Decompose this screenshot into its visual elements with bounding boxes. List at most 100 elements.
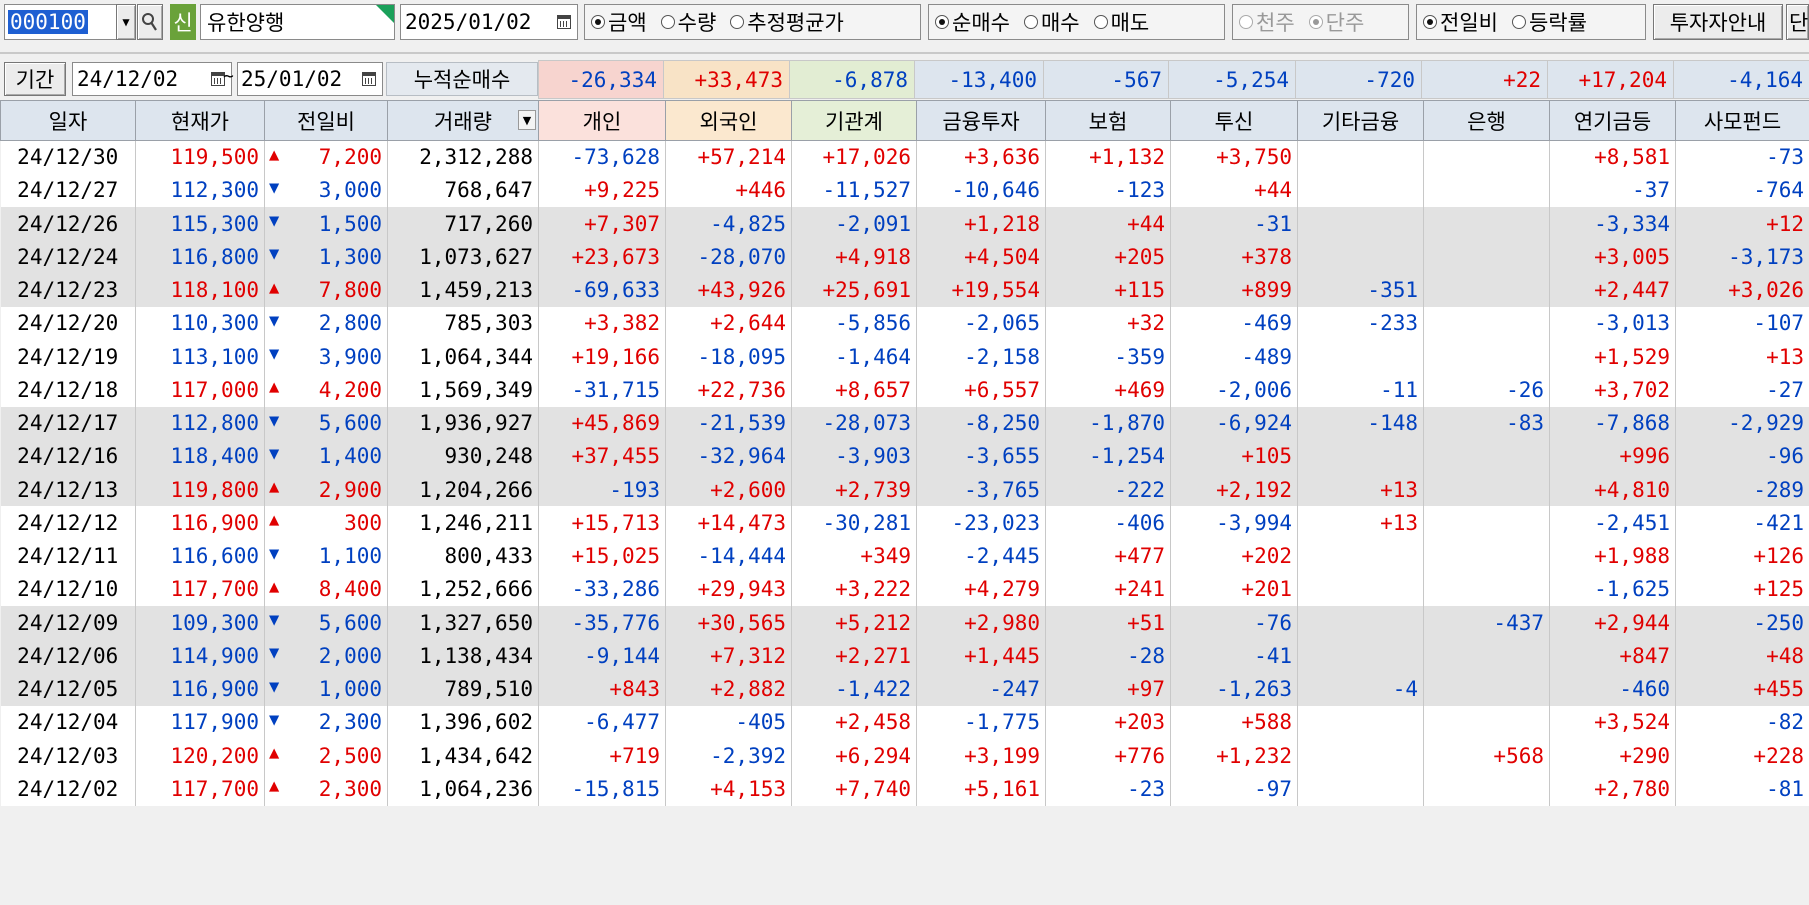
table-row[interactable]: 24/12/02 117,700 ▲ 2,300 1,064,236 -15,815 +4,…: [0, 772, 1809, 806]
table-row[interactable]: 24/12/09 109,300 ▼ 5,600 1,327,650 -35,776 +30…: [0, 606, 1809, 640]
investor-guide-button[interactable]: 투자자안내: [1653, 4, 1783, 40]
table-row[interactable]: 24/12/20 110,300 ▼ 2,800 785,303 +3,382 +2,644…: [0, 306, 1809, 340]
net-buy-cell: [1297, 539, 1424, 573]
net-buy-cell: -4: [1297, 672, 1424, 706]
change-value: 7,800: [318, 278, 382, 303]
table-row[interactable]: 24/12/18 117,000 ▲ 4,200 1,569,349 -31,715 +22…: [0, 373, 1809, 407]
cut-off-button[interactable]: 단: [1786, 4, 1809, 40]
net-buy-cell: -247: [916, 672, 1046, 706]
radio-dot-icon[interactable]: [1511, 15, 1526, 29]
column-header[interactable]: 개인: [538, 100, 666, 141]
column-header[interactable]: 외국인: [665, 100, 792, 141]
table-row[interactable]: 24/12/17 112,800 ▼ 5,600 1,936,927 +45,869 -21…: [0, 406, 1809, 440]
table-row[interactable]: 24/12/30 119,500 ▲ 7,200 2,312,288 -73,628 +57…: [0, 140, 1809, 174]
table-row[interactable]: 24/12/19 113,100 ▼ 3,900 1,064,344 +19,166 -18…: [0, 340, 1809, 374]
radio-option[interactable]: 추정평균가: [730, 7, 844, 37]
table-row[interactable]: 24/12/04 117,900 ▼ 2,300 1,396,602 -6,477 -405…: [0, 705, 1809, 739]
net-buy-cell: +5,212: [791, 606, 917, 640]
column-header[interactable]: 보험: [1045, 100, 1171, 141]
down-arrow-icon: ▼: [269, 344, 280, 364]
radio-dot-icon[interactable]: [730, 15, 745, 29]
net-buy-cell: [1423, 140, 1550, 174]
scale-radio-group: 천주 단주: [1232, 4, 1409, 40]
price-cell: 120,200: [135, 739, 265, 773]
net-buy-cell: [1297, 739, 1424, 773]
column-header[interactable]: 연기금등: [1549, 100, 1676, 141]
net-buy-cell: -3,013: [1549, 306, 1676, 340]
net-buy-cell: +847: [1549, 639, 1676, 673]
stock-dropdown-button[interactable]: ▼: [116, 4, 136, 40]
table-row[interactable]: 24/12/27 112,300 ▼ 3,000 768,647 +9,225 +446 -1…: [0, 173, 1809, 207]
radio-option[interactable]: 등락률: [1511, 7, 1587, 37]
radio-dot-icon[interactable]: [935, 15, 949, 29]
radio-dot-icon[interactable]: [1239, 15, 1253, 29]
column-header[interactable]: 현재가: [135, 100, 265, 141]
up-arrow-icon: ▲: [269, 776, 280, 797]
net-buy-cell: -21,539: [665, 406, 792, 440]
table-row[interactable]: 24/12/13 119,800 ▲ 2,900 1,204,266 -193 +2,600…: [0, 473, 1809, 507]
net-buy-cell: +228: [1675, 739, 1809, 773]
radio-dot-icon[interactable]: [1423, 15, 1437, 29]
stock-code-box[interactable]: 000100: [4, 4, 120, 40]
net-buy-cell: -193: [538, 473, 666, 507]
date-cell: 24/12/10: [0, 572, 136, 606]
from-date-field[interactable]: 24/12/02: [72, 62, 232, 96]
column-header[interactable]: 전일비: [264, 100, 388, 141]
radio-option[interactable]: 매수: [1023, 7, 1080, 37]
stock-code-input[interactable]: 000100: [8, 10, 88, 34]
volume-sort-dropdown-icon[interactable]: ▼: [518, 110, 536, 130]
radio-option[interactable]: 순매수: [935, 7, 1010, 37]
net-buy-cell: +3,382: [538, 306, 666, 340]
radio-dot-icon[interactable]: [591, 15, 605, 29]
table-row[interactable]: 24/12/05 116,900 ▼ 1,000 789,510 +843 +2,882 -1…: [0, 672, 1809, 706]
radio-dot-icon[interactable]: [1023, 15, 1038, 29]
net-buy-cell: +7,307: [538, 207, 666, 241]
radio-option[interactable]: 단주: [1308, 7, 1364, 37]
calendar-icon[interactable]: [557, 15, 571, 29]
radio-dot-icon[interactable]: [1093, 15, 1108, 29]
net-buy-cell: -489: [1170, 340, 1298, 374]
table-row[interactable]: 24/12/06 114,900 ▼ 2,000 1,138,434 -9,144 +7,3…: [0, 639, 1809, 673]
table-row[interactable]: 24/12/23 118,100 ▲ 7,800 1,459,213 -69,633 +43…: [0, 273, 1809, 307]
date-cell: 24/12/02: [0, 772, 136, 806]
net-buy-cell: -2,006: [1170, 373, 1298, 407]
from-date-value[interactable]: 24/12/02: [77, 67, 178, 91]
to-date-field[interactable]: 25/01/02: [237, 62, 383, 96]
column-header[interactable]: 기관계: [791, 100, 917, 141]
column-header[interactable]: 일자: [0, 100, 136, 141]
net-buy-cell: -35,776: [538, 606, 666, 640]
net-buy-cell: +15,025: [538, 539, 666, 573]
radio-dot-icon[interactable]: [660, 15, 675, 29]
date-picker[interactable]: 2025/01/02: [400, 4, 578, 40]
price-cell: 113,100: [135, 340, 265, 374]
to-date-value[interactable]: 25/01/02: [241, 67, 342, 91]
column-header[interactable]: 거래량 ▼: [387, 100, 539, 141]
radio-option[interactable]: 천주: [1239, 7, 1295, 37]
date-cell: 24/12/23: [0, 273, 136, 307]
net-buy-cell: -28: [1045, 639, 1171, 673]
column-header[interactable]: 투신: [1170, 100, 1298, 141]
radio-dot-icon[interactable]: [1308, 15, 1323, 29]
date-value[interactable]: 2025/01/02: [405, 10, 531, 34]
column-header[interactable]: 기타금융: [1297, 100, 1424, 141]
table-row[interactable]: 24/12/10 117,700 ▲ 8,400 1,252,666 -33,286 +29…: [0, 572, 1809, 606]
calendar-icon[interactable]: [362, 72, 376, 86]
table-row[interactable]: 24/12/16 118,400 ▼ 1,400 930,248 +37,455 -32,9…: [0, 439, 1809, 473]
table-row[interactable]: 24/12/12 116,900 ▲ 300 1,246,211 +15,713 +14,4…: [0, 506, 1809, 540]
column-header[interactable]: 은행: [1423, 100, 1550, 141]
column-header[interactable]: 사모펀드: [1675, 100, 1809, 141]
change-cell: ▼ 2,800: [264, 306, 388, 340]
table-row[interactable]: 24/12/03 120,200 ▲ 2,500 1,434,642 +719 -2,392…: [0, 739, 1809, 773]
radio-option[interactable]: 전일비: [1423, 7, 1498, 37]
column-header[interactable]: 금융투자: [916, 100, 1046, 141]
radio-option[interactable]: 매도: [1093, 7, 1149, 37]
table-row[interactable]: 24/12/24 116,800 ▼ 1,300 1,073,627 +23,673 -28…: [0, 240, 1809, 274]
net-buy-cell: +290: [1549, 739, 1676, 773]
net-buy-cell: +97: [1045, 672, 1171, 706]
stock-search-button[interactable]: [137, 4, 163, 40]
radio-option[interactable]: 금액: [591, 7, 647, 37]
table-row[interactable]: 24/12/26 115,300 ▼ 1,500 717,260 +7,307 -4,825…: [0, 207, 1809, 241]
table-row[interactable]: 24/12/11 116,600 ▼ 1,100 800,433 +15,025 -14,4…: [0, 539, 1809, 573]
net-buy-cell: +996: [1549, 439, 1676, 473]
radio-option[interactable]: 수량: [660, 7, 716, 37]
